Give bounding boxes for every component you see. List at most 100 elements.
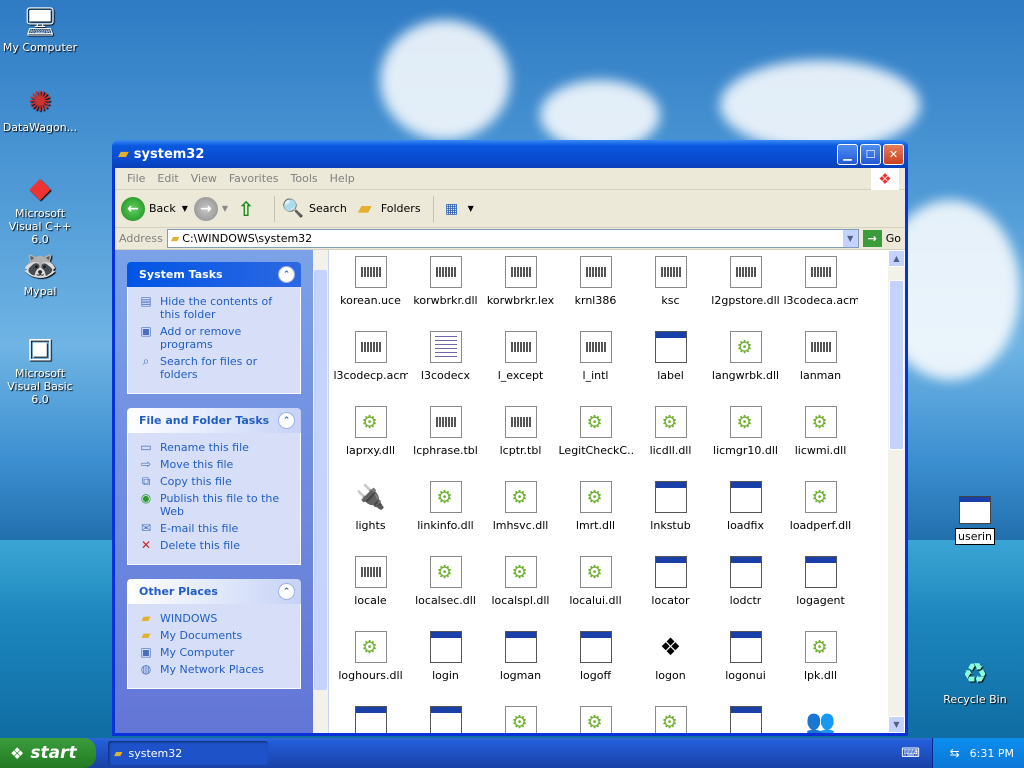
file-item[interactable]: lpr — [408, 692, 483, 733]
task-publish[interactable]: ◉ Publish this file to the Web — [138, 492, 292, 519]
file-item[interactable]: lodctr — [708, 542, 783, 617]
search-button[interactable]: 🔍 Search — [281, 197, 347, 221]
file-item[interactable]: l_intl — [558, 317, 633, 392]
file-item[interactable]: l2gpstore.dll — [708, 250, 783, 317]
maximize-button[interactable]: ☐ — [860, 143, 881, 165]
menu-help[interactable]: Help — [324, 172, 361, 185]
desktop-icon-my-computer[interactable]: 🖥 My Computer — [0, 4, 80, 55]
vertical-scrollbar[interactable]: ▲ ▼ — [888, 250, 905, 733]
file-item[interactable]: licwmi.dll — [783, 392, 858, 467]
scroll-thumb[interactable] — [889, 280, 904, 450]
desktop-icon-datawagon[interactable]: ✺ DataWagon... — [0, 84, 80, 135]
file-item[interactable]: lcptr.tbl — [483, 392, 558, 467]
file-item[interactable]: loadfix — [708, 467, 783, 542]
file-item[interactable]: 👥lusrmgr — [783, 692, 858, 733]
horizontal-splitter[interactable] — [313, 250, 329, 733]
taskbar-item-system32[interactable]: ▰ system32 — [108, 741, 268, 765]
menu-file[interactable]: File — [121, 172, 151, 185]
file-folder-tasks-header[interactable]: File and Folder Tasks ⌃ — [127, 408, 301, 433]
file-item[interactable]: localspl.dll — [483, 542, 558, 617]
menu-edit[interactable]: Edit — [151, 172, 184, 185]
chevron-down-icon[interactable]: ▼ — [182, 204, 188, 213]
title-bar[interactable]: ▰ system32 ▁ ☐ ✕ — [112, 140, 908, 168]
desktop-icon-mypal[interactable]: 🦝 Mypal — [0, 248, 80, 299]
file-item[interactable]: LegitCheckC... — [558, 392, 633, 467]
file-item[interactable]: korean.uce — [333, 250, 408, 317]
forward-button[interactable]: → ▼ — [193, 196, 228, 221]
task-hide-contents[interactable]: ▤ Hide the contents of this folder — [138, 295, 292, 322]
file-item[interactable]: lmrt.dll — [558, 467, 633, 542]
file-item[interactable]: lpq — [333, 692, 408, 733]
desktop-icon-visual-basic[interactable]: ▣ Microsoft Visual Basic 6.0 — [0, 330, 80, 407]
task-move[interactable]: ⇨ Move this file — [138, 458, 292, 472]
scroll-down-button[interactable]: ▼ — [888, 716, 905, 733]
task-search-files[interactable]: ⌕ Search for files or folders — [138, 355, 292, 382]
file-item[interactable]: l3codeca.acm — [783, 250, 858, 317]
file-item[interactable]: licdll.dll — [633, 392, 708, 467]
desktop-icon-recycle-bin[interactable]: ♻ Recycle Bin — [935, 656, 1015, 707]
file-item[interactable]: localui.dll — [558, 542, 633, 617]
task-rename[interactable]: ▭ Rename this file — [138, 441, 292, 455]
place-windows[interactable]: ▰ WINDOWS — [138, 612, 292, 626]
file-item[interactable]: ❖ logon — [633, 617, 708, 692]
file-item[interactable]: locale — [333, 542, 408, 617]
file-item[interactable]: logagent — [783, 542, 858, 617]
chevron-down-icon[interactable]: ▼ — [222, 204, 228, 213]
file-item[interactable]: krnl386 — [558, 250, 633, 317]
task-delete[interactable]: ✕ Delete this file — [138, 539, 292, 553]
up-button[interactable]: ⇧ — [234, 197, 262, 221]
file-item[interactable]: l3codecp.acm — [333, 317, 408, 392]
collapse-chevron-icon[interactable]: ⌃ — [278, 412, 295, 429]
desktop-icon-visual-cpp[interactable]: ◆ Microsoft Visual C++ 6.0 — [0, 170, 80, 247]
file-item[interactable]: langwrbk.dll — [708, 317, 783, 392]
scroll-up-button[interactable]: ▲ — [888, 250, 905, 267]
file-item[interactable]: lanman — [783, 317, 858, 392]
file-item[interactable]: lpk.dll — [783, 617, 858, 692]
go-button[interactable]: → Go — [862, 230, 901, 247]
views-button[interactable]: ▦ ▼ — [440, 197, 474, 221]
file-item[interactable]: linkinfo.dll — [408, 467, 483, 542]
back-button[interactable]: ← Back ▼ — [121, 196, 188, 221]
clock[interactable]: 6:31 PM — [970, 747, 1014, 760]
file-item[interactable]: label — [633, 317, 708, 392]
file-item[interactable]: licmgr10.dll — [708, 392, 783, 467]
folders-button[interactable]: ▰ Folders — [353, 197, 421, 221]
task-add-remove-programs[interactable]: ▣ Add or remove programs — [138, 325, 292, 352]
file-item[interactable]: loghours.dll — [333, 617, 408, 692]
file-item[interactable]: lprmonui.dll — [558, 692, 633, 733]
keyboard-icon[interactable]: ⌨ — [901, 746, 920, 761]
menu-tools[interactable]: Tools — [285, 172, 324, 185]
file-item[interactable]: laprxy.dll — [333, 392, 408, 467]
file-item[interactable]: 🔌 lights — [333, 467, 408, 542]
menu-favorites[interactable]: Favorites — [223, 172, 285, 185]
file-item[interactable]: loadperf.dll — [783, 467, 858, 542]
network-tray-icon[interactable]: ⇆ — [950, 746, 960, 760]
file-item[interactable]: locator — [633, 542, 708, 617]
file-item[interactable]: logoff — [558, 617, 633, 692]
desktop-icon-userin[interactable]: userin — [955, 496, 995, 545]
file-item[interactable]: logman — [483, 617, 558, 692]
file-item[interactable]: lprhelp.dll — [483, 692, 558, 733]
file-item[interactable]: lsass — [708, 692, 783, 733]
place-my-network-places[interactable]: ◍ My Network Places — [138, 663, 292, 677]
address-input[interactable]: ▰ C:\WINDOWS\system32 ▼ — [166, 229, 859, 248]
task-email[interactable]: ✉ E-mail this file — [138, 522, 292, 536]
rename-input[interactable]: userin — [955, 528, 995, 545]
file-item[interactable]: login — [408, 617, 483, 692]
file-item[interactable]: l3codecx — [408, 317, 483, 392]
close-button[interactable]: ✕ — [883, 143, 904, 165]
chevron-down-icon[interactable]: ▼ — [468, 204, 474, 213]
file-item[interactable]: lcphrase.tbl — [408, 392, 483, 467]
file-item[interactable]: l_except — [483, 317, 558, 392]
file-item[interactable]: localsec.dll — [408, 542, 483, 617]
other-places-header[interactable]: Other Places ⌃ — [127, 579, 301, 604]
address-dropdown-button[interactable]: ▼ — [842, 230, 858, 247]
collapse-chevron-icon[interactable]: ⌃ — [278, 583, 295, 600]
system-tasks-header[interactable]: System Tasks ⌃ — [127, 262, 301, 287]
file-item[interactable]: lmhsvc.dll — [483, 467, 558, 542]
task-copy[interactable]: ⧉ Copy this file — [138, 475, 292, 489]
place-my-documents[interactable]: ▰ My Documents — [138, 629, 292, 643]
file-item[interactable]: lnkstub — [633, 467, 708, 542]
place-my-computer[interactable]: ▣ My Computer — [138, 646, 292, 660]
file-item[interactable]: korwbrkr.lex — [483, 250, 558, 317]
